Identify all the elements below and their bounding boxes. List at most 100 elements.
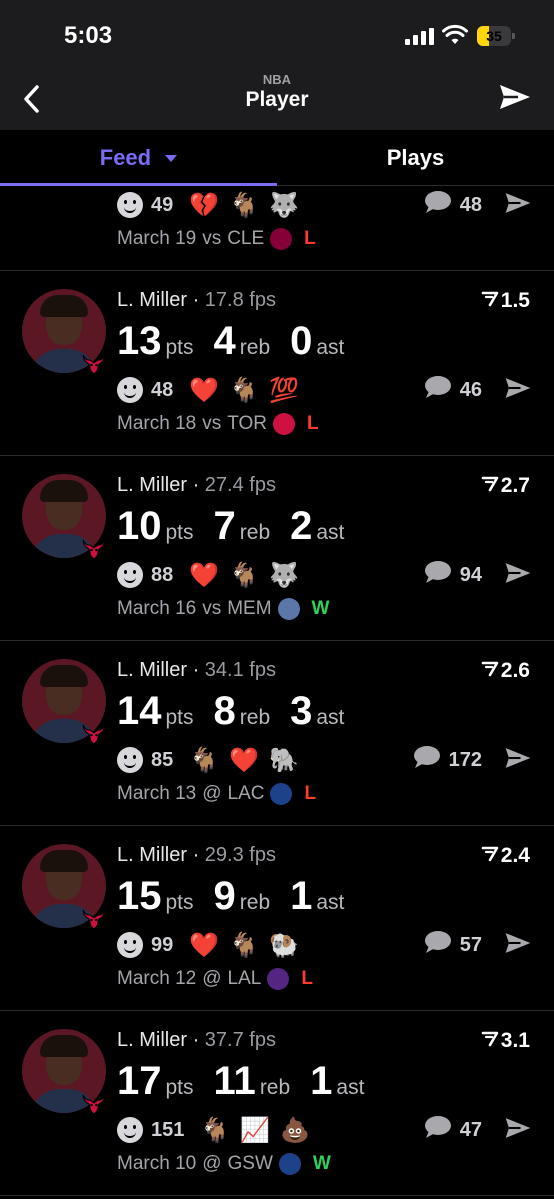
game-venue: @ (202, 1153, 222, 1174)
comment-button[interactable]: 172 (413, 745, 482, 775)
player-name-line: L. Miller · 34.1 fps (117, 659, 276, 681)
comment-count: 94 (459, 563, 482, 586)
reaction-emoji[interactable]: ❤️ (229, 745, 259, 775)
comment-button[interactable]: 47 (424, 1115, 482, 1145)
reaction-emoji[interactable]: 🐐 (229, 190, 259, 220)
comment-button[interactable]: 57 (424, 930, 482, 960)
reaction-count: 88 (151, 563, 174, 586)
speech-bubble-icon (424, 1115, 452, 1145)
share-button[interactable] (504, 1115, 532, 1146)
reaction-emoji[interactable]: 📈 (240, 1115, 270, 1145)
smiley-reaction-icon[interactable] (117, 192, 143, 218)
league-label: NBA (262, 72, 292, 87)
paper-plane-icon[interactable] (498, 82, 532, 112)
reaction-emoji[interactable]: 🐺 (269, 190, 299, 220)
battery-percent: 35 (486, 28, 502, 44)
game-result: L (301, 968, 313, 989)
reaction-count: 151 (151, 1118, 185, 1141)
game-venue: vs (202, 598, 222, 619)
comment-count: 57 (459, 933, 482, 956)
feed-list[interactable]: 49 💔 🐐 🐺 48 March 19 vs CLE L L. Miller · 17.8 fp… (0, 186, 554, 1199)
stat-label: ast (316, 891, 345, 914)
stat-label: ast (316, 706, 345, 729)
reaction-emoji[interactable]: 🐐 (229, 560, 259, 590)
comment-button[interactable]: 94 (424, 560, 482, 590)
player-name-line: L. Miller · 27.4 fps (117, 474, 276, 496)
comment-count: 46 (459, 378, 482, 401)
reaction-count: 49 (151, 193, 174, 216)
feed-card[interactable]: L. Miller · 29.3 fps 2.4 15 pts 9 reb 1 ast 99 ❤️… (0, 826, 554, 1011)
reaction-emoji[interactable]: 🐘 (269, 745, 299, 775)
stat-label: ast (316, 521, 345, 544)
game-result: L (304, 228, 316, 249)
player-name: L. Miller (117, 844, 188, 866)
game-date: March 13 (117, 783, 197, 804)
stat-value: 7 (213, 504, 236, 548)
feed-card[interactable]: L. Miller · 37.7 fps 3.1 17 pts 11 reb 1 ast 151… (0, 1011, 554, 1196)
reaction-emoji[interactable]: ❤️ (189, 375, 219, 405)
comment-count: 172 (448, 748, 482, 771)
smiley-reaction-icon[interactable] (117, 377, 143, 403)
smiley-reaction-icon[interactable] (117, 932, 143, 958)
feed-card[interactable]: L. Miller · 17.8 fps 1.5 13 pts 4 reb 0 ast 48 ❤️… (0, 271, 554, 456)
share-button[interactable] (504, 745, 532, 776)
share-button[interactable] (504, 375, 532, 406)
fantasy-points: 29.3 fps (204, 844, 276, 866)
smiley-reaction-icon[interactable] (117, 562, 143, 588)
game-date: March 18 (117, 413, 197, 434)
status-bar: 5:03 35 (0, 0, 554, 70)
bulls-logo-icon (80, 349, 108, 377)
feed-card[interactable]: L. Miller · 27.4 fps 2.7 10 pts 7 reb 2 ast 88 ❤️… (0, 456, 554, 641)
trend-badge: 3.1 (481, 1029, 530, 1053)
tab-plays[interactable]: Plays (277, 130, 554, 186)
reaction-emoji[interactable]: 💯 (269, 375, 299, 405)
reaction-emoji[interactable]: 🐺 (269, 560, 299, 590)
game-date: March 12 (117, 968, 197, 989)
stat-value: 13 (117, 319, 162, 363)
share-button[interactable] (504, 930, 532, 961)
reaction-emoji[interactable]: 💩 (280, 1115, 310, 1145)
stat-label: ast (316, 336, 345, 359)
reaction-emoji[interactable]: 💔 (189, 190, 219, 220)
stat-line: 17 pts 11 reb 1 ast (117, 1059, 384, 1104)
trend-arrow-icon (481, 844, 499, 868)
share-button[interactable] (504, 190, 532, 221)
feed-card[interactable]: L. Miller · 34.1 fps 2.6 14 pts 8 reb 3 ast 85 🐐 ❤… (0, 641, 554, 826)
game-venue: @ (202, 783, 222, 804)
stat-label: reb (259, 1076, 291, 1099)
game-date: March 10 (117, 1153, 197, 1174)
tab-feed[interactable]: Feed (0, 130, 277, 186)
game-info: March 16 vs MEM W (117, 598, 329, 620)
smiley-reaction-icon[interactable] (117, 747, 143, 773)
reaction-count: 99 (151, 933, 174, 956)
game-info: March 10 @ GSW W (117, 1153, 331, 1175)
stat-label: reb (239, 891, 271, 914)
opponent-logo-icon (278, 1153, 301, 1175)
reaction-emoji[interactable]: 🐏 (269, 930, 299, 960)
comment-count: 48 (459, 193, 482, 216)
reaction-emoji[interactable]: 🐐 (229, 930, 259, 960)
comment-button[interactable]: 48 (424, 190, 482, 220)
caret-down-icon (165, 155, 178, 163)
reaction-emoji[interactable]: 🐐 (200, 1115, 230, 1145)
game-info: March 13 @ LAC L (117, 783, 316, 805)
player-name-line: L. Miller · 29.3 fps (117, 844, 276, 866)
stat-label: pts (165, 336, 194, 359)
stat-value: 2 (290, 504, 313, 548)
game-result: L (306, 413, 319, 434)
smiley-reaction-icon[interactable] (117, 1117, 143, 1143)
reaction-emoji[interactable]: 🐐 (229, 375, 259, 405)
trend-arrow-icon (481, 474, 499, 498)
share-button[interactable] (504, 560, 532, 591)
trend-badge: 2.7 (481, 474, 530, 498)
reaction-emoji[interactable]: ❤️ (189, 560, 219, 590)
comment-button[interactable]: 46 (424, 375, 482, 405)
player-name: L. Miller (117, 659, 188, 681)
player-name-line: L. Miller · 17.8 fps (117, 289, 276, 311)
reaction-emoji[interactable]: ❤️ (189, 930, 219, 960)
reaction-emoji[interactable]: 🐐 (189, 745, 219, 775)
tab-feed-label: Feed (99, 145, 152, 170)
trend-badge: 2.4 (481, 844, 530, 868)
feed-card[interactable]: 49 💔 🐐 🐺 48 March 19 vs CLE L (0, 186, 554, 271)
opponent-abbr: GSW (227, 1153, 273, 1174)
